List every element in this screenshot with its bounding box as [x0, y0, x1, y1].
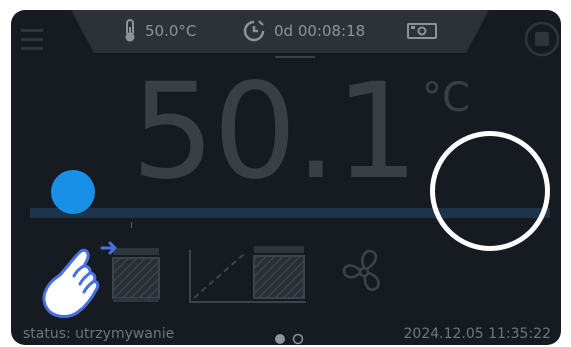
page-dot-active [275, 334, 285, 344]
camera-status[interactable] [407, 19, 445, 43]
thermometer-icon [125, 19, 135, 42]
program-timer: 0d 00:08:18 [242, 19, 365, 43]
page-indicator[interactable] [274, 330, 308, 345]
ramp-program-tile[interactable] [188, 240, 308, 304]
status-bar: 50.0°C 0d 00:08:18 [71, 10, 489, 53]
progress-marker [131, 222, 132, 228]
menu-icon[interactable] [21, 26, 45, 54]
highlight-ring [430, 131, 550, 251]
camera-icon [407, 23, 437, 39]
program-status: status: utrzymywanie [23, 326, 175, 342]
fan-icon [342, 249, 380, 291]
ramp-program-icon [189, 246, 306, 303]
touch-indicator [51, 170, 95, 214]
temperature-setpoint: 50.0°C [123, 19, 196, 43]
current-temperature: 50.1 [131, 55, 419, 209]
fan-tile[interactable] [329, 240, 399, 304]
program-timer-value: 0d 00:08:18 [274, 22, 366, 40]
clock-icon [243, 20, 265, 42]
page-dot [292, 333, 304, 345]
temperature-unit: °C [422, 75, 470, 121]
date-time: 2024.12.05 11:35:22 [403, 326, 552, 342]
stop-icon [524, 21, 560, 57]
temperature-setpoint-value: 50.0°C [145, 22, 197, 40]
stop-button[interactable] [524, 21, 560, 57]
tap-hand-icon [34, 236, 126, 328]
